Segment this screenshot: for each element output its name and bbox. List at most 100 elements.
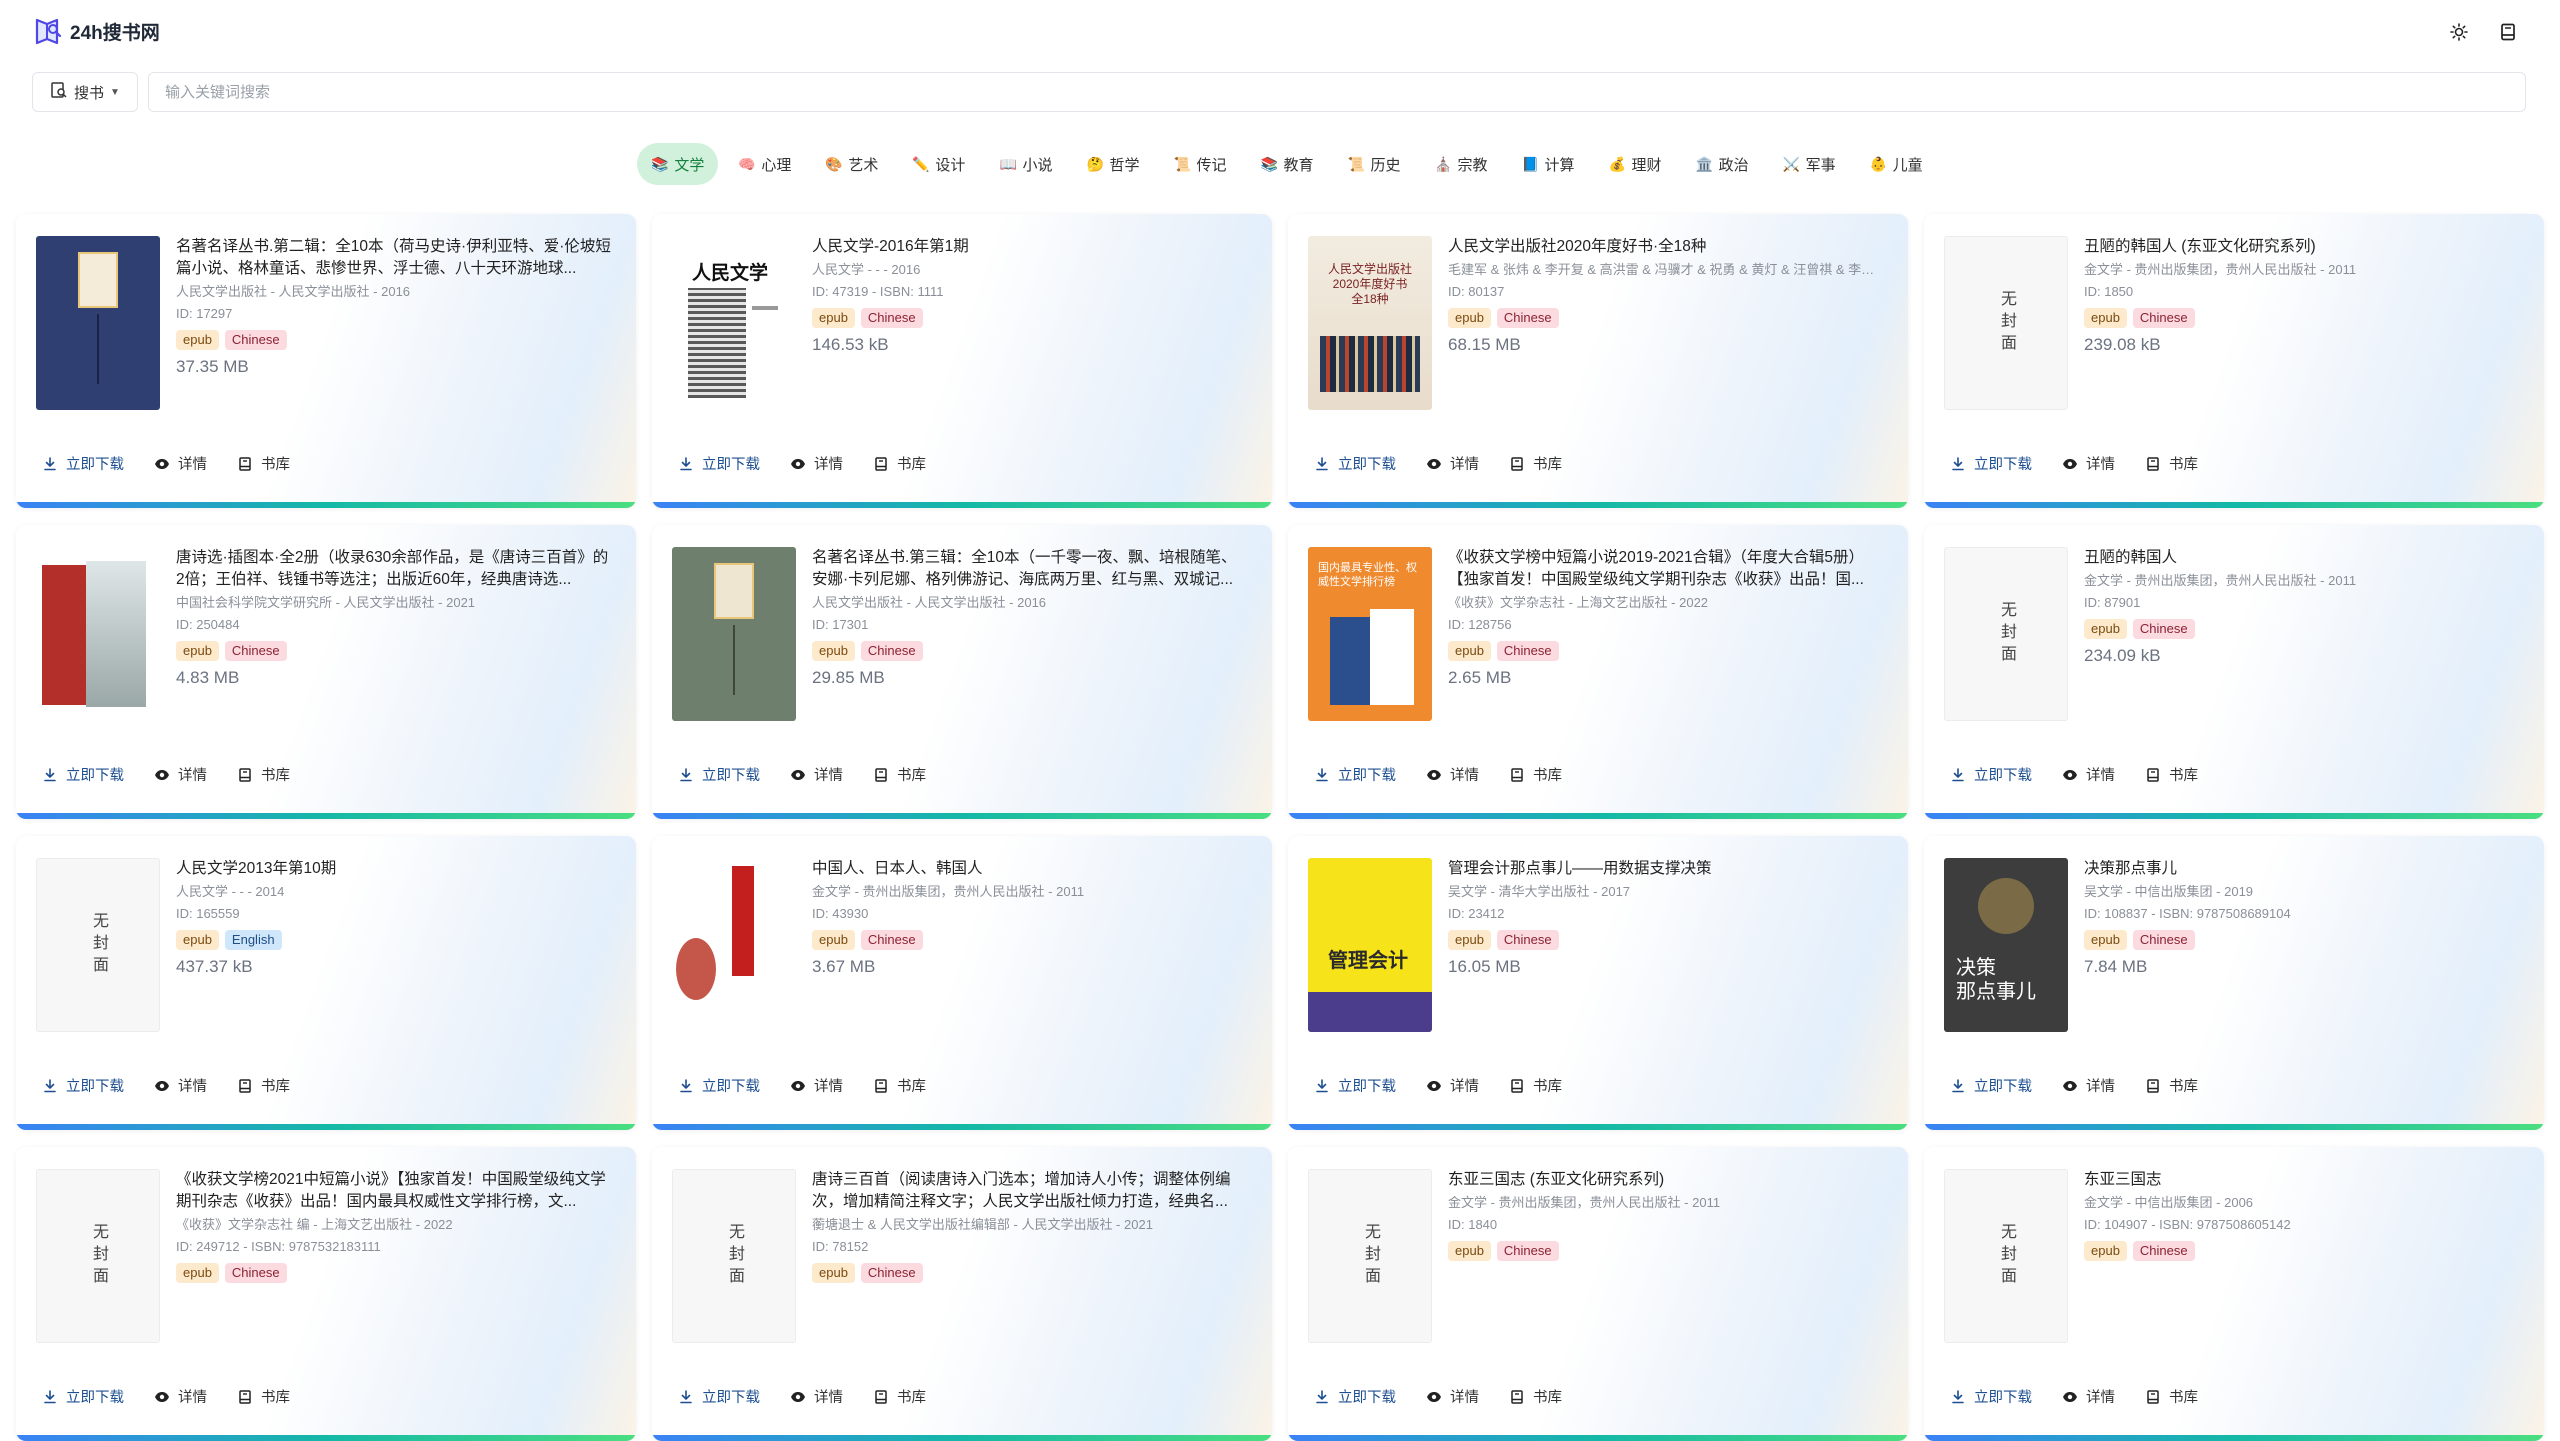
book-title[interactable]: 东亚三国志 (东亚文化研究系列) [1448,1169,1884,1191]
details-button[interactable]: 详情 [154,1386,207,1407]
book-title[interactable]: 人民文学出版社2020年度好书·全18种 [1448,236,1884,258]
library-button[interactable]: 书库 [873,1075,926,1096]
book-cover[interactable] [36,547,160,721]
category-tab-4[interactable]: 📖 小说 [985,143,1066,185]
category-tab-12[interactable]: 🏛️ 政治 [1682,143,1763,185]
download-button[interactable]: 立即下载 [1950,1386,2032,1407]
book-cover[interactable]: 国内最具专业性、权威性文学排行榜 [1308,547,1432,721]
book-cover[interactable]: 管理会计 [1308,858,1432,1032]
category-tab-9[interactable]: ⛪ 宗教 [1421,143,1502,185]
details-button[interactable]: 详情 [1426,1386,1479,1407]
category-tab-6[interactable]: 📜 传记 [1159,143,1240,185]
download-button[interactable]: 立即下载 [678,1075,760,1096]
download-button[interactable]: 立即下载 [42,1386,124,1407]
category-tab-10[interactable]: 📘 计算 [1508,143,1589,185]
book-title[interactable]: 丑陋的韩国人 [2084,547,2520,569]
library-book-icon[interactable] [2494,18,2522,46]
book-cover[interactable]: 人民文学 [672,236,796,410]
category-tab-5[interactable]: 🤔 哲学 [1072,143,1153,185]
library-button[interactable]: 书库 [237,1386,290,1407]
no-cover-placeholder[interactable]: 无封面 [36,1169,160,1343]
details-button[interactable]: 详情 [154,453,207,474]
library-button[interactable]: 书库 [873,764,926,785]
download-button[interactable]: 立即下载 [1950,1075,2032,1096]
details-button[interactable]: 详情 [790,1386,843,1407]
no-cover-placeholder[interactable]: 无封面 [1944,236,2068,410]
download-button[interactable]: 立即下载 [678,453,760,474]
download-button[interactable]: 立即下载 [1314,764,1396,785]
details-button[interactable]: 详情 [790,764,843,785]
book-title[interactable]: 中国人、日本人、韩国人 [812,858,1248,880]
details-button[interactable]: 详情 [1426,1075,1479,1096]
book-cover[interactable]: 决策 那点事儿 [1944,858,2068,1032]
category-tab-8[interactable]: 📜 历史 [1334,143,1415,185]
no-cover-placeholder[interactable]: 无封面 [1308,1169,1432,1343]
details-button[interactable]: 详情 [2062,764,2115,785]
book-cover[interactable] [672,547,796,721]
details-button[interactable]: 详情 [2062,1075,2115,1096]
category-tab-3[interactable]: ✏️ 设计 [898,143,979,185]
library-button[interactable]: 书库 [1509,453,1562,474]
book-title[interactable]: 唐诗三百首（阅读唐诗入门选本；增加诗人小传；调整体例编次，增加精简注释文字；人民… [812,1169,1248,1213]
details-button[interactable]: 详情 [790,1075,843,1096]
book-cover[interactable] [36,236,160,410]
details-button[interactable]: 详情 [1426,453,1479,474]
book-title[interactable]: 《收获文学榜中短篇小说2019-2021合辑》（年度大合辑5册）【独家首发！中国… [1448,547,1884,591]
library-button[interactable]: 书库 [873,1386,926,1407]
library-button[interactable]: 书库 [237,453,290,474]
download-button[interactable]: 立即下载 [1314,1386,1396,1407]
download-button[interactable]: 立即下载 [678,764,760,785]
download-button[interactable]: 立即下载 [42,1075,124,1096]
book-title[interactable]: 名著名译丛书.第二辑：全10本（荷马史诗·伊利亚特、爱·伦坡短篇小说、格林童话、… [176,236,612,280]
library-button[interactable]: 书库 [2145,1386,2198,1407]
library-button[interactable]: 书库 [2145,453,2198,474]
category-tab-13[interactable]: ⚔️ 军事 [1769,143,1850,185]
book-title[interactable]: 名著名译丛书.第三辑：全10本（一千零一夜、飘、培根随笔、安娜·卡列尼娜、格列佛… [812,547,1248,591]
details-button[interactable]: 详情 [2062,453,2115,474]
book-cover[interactable]: 人民文学出版社 2020年度好书 全18种 [1308,236,1432,410]
download-button[interactable]: 立即下载 [1314,453,1396,474]
category-tab-11[interactable]: 💰 理财 [1595,143,1676,185]
download-button[interactable]: 立即下载 [42,764,124,785]
book-title[interactable]: 丑陋的韩国人 (东亚文化研究系列) [2084,236,2520,258]
category-tab-1[interactable]: 🧠 心理 [724,143,805,185]
book-title[interactable]: 管理会计那点事儿——用数据支撑决策 [1448,858,1884,880]
library-button[interactable]: 书库 [873,453,926,474]
site-logo[interactable]: 24h搜书网 [34,16,160,46]
book-title[interactable]: 决策那点事儿 [2084,858,2520,880]
download-button[interactable]: 立即下载 [1950,453,2032,474]
no-cover-placeholder[interactable]: 无封面 [1944,1169,2068,1343]
category-tab-2[interactable]: 🎨 艺术 [811,143,892,185]
book-title[interactable]: 人民文学-2016年第1期 [812,236,1248,258]
no-cover-placeholder[interactable]: 无封面 [36,858,160,1032]
details-button[interactable]: 详情 [1426,764,1479,785]
details-button[interactable]: 详情 [790,453,843,474]
library-button[interactable]: 书库 [2145,764,2198,785]
library-button[interactable]: 书库 [1509,1386,1562,1407]
download-button[interactable]: 立即下载 [1314,1075,1396,1096]
category-tab-14[interactable]: 👶 儿童 [1856,143,1937,185]
details-button[interactable]: 详情 [2062,1386,2115,1407]
category-tab-7[interactable]: 📚 教育 [1246,143,1327,185]
category-tab-0[interactable]: 📚 文学 [637,143,719,185]
download-button[interactable]: 立即下载 [678,1386,760,1407]
book-title[interactable]: 东亚三国志 [2084,1169,2520,1191]
book-title[interactable]: 《收获文学榜2021中短篇小说》【独家首发！中国殿堂级纯文学期刊杂志《收获》出品… [176,1169,612,1213]
book-cover[interactable] [672,858,796,1032]
search-mode-select[interactable]: 搜书 ▼ [32,72,138,112]
library-button[interactable]: 书库 [237,1075,290,1096]
download-button[interactable]: 立即下载 [1950,764,2032,785]
details-button[interactable]: 详情 [154,764,207,785]
no-cover-placeholder[interactable]: 无封面 [1944,547,2068,721]
theme-toggle-sun-icon[interactable] [2445,18,2473,46]
library-button[interactable]: 书库 [1509,1075,1562,1096]
book-title[interactable]: 人民文学2013年第10期 [176,858,612,880]
download-button[interactable]: 立即下载 [42,453,124,474]
book-title[interactable]: 唐诗选·插图本·全2册（收录630余部作品，是《唐诗三百首》的2倍；王伯祥、钱锺… [176,547,612,591]
library-button[interactable]: 书库 [2145,1075,2198,1096]
details-button[interactable]: 详情 [154,1075,207,1096]
search-input[interactable] [148,72,2526,112]
library-button[interactable]: 书库 [1509,764,1562,785]
library-button[interactable]: 书库 [237,764,290,785]
no-cover-placeholder[interactable]: 无封面 [672,1169,796,1343]
